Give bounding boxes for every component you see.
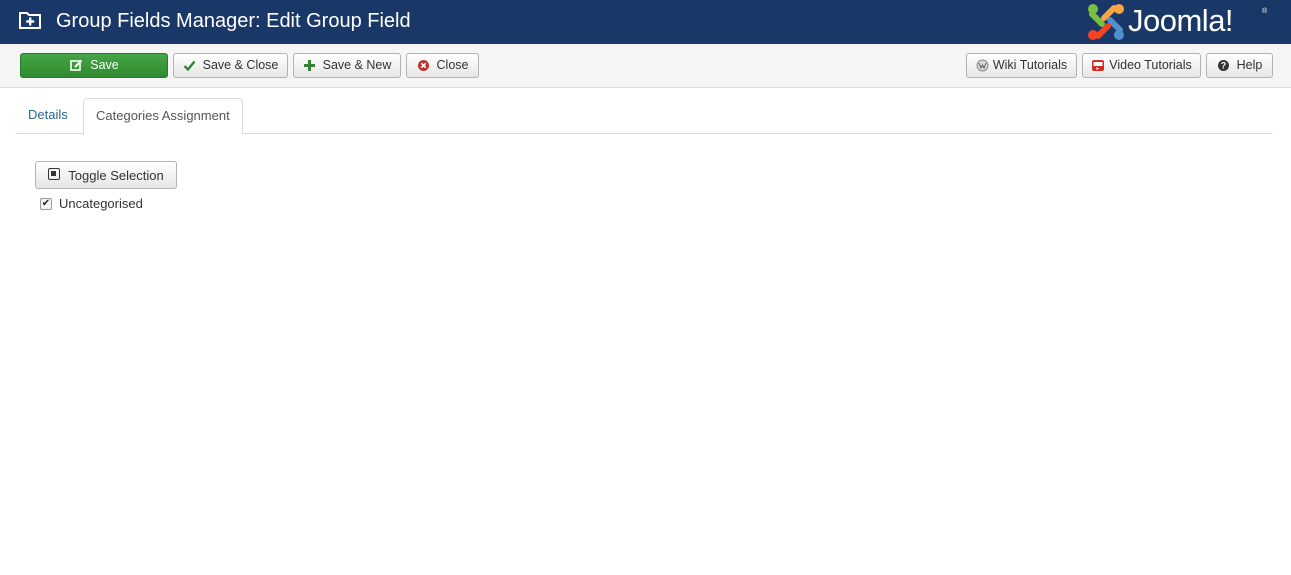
wikipedia-icon <box>976 59 989 73</box>
save-button-label: Save <box>90 58 119 72</box>
save-and-new-label: Save & New <box>322 58 392 72</box>
page-header: Group Fields Manager: Edit Group Field J… <box>0 0 1291 44</box>
page-title: Group Fields Manager: Edit Group Field <box>56 10 411 32</box>
save-button[interactable]: Save <box>20 53 168 78</box>
svg-text:?: ? <box>1220 61 1226 71</box>
joomla-logo-icon <box>1088 4 1124 40</box>
edit-icon <box>69 59 83 73</box>
close-button-label: Close <box>436 58 469 72</box>
category-checkbox[interactable]: ✔ <box>40 198 52 210</box>
wiki-tutorials-label: Wiki Tutorials <box>992 58 1068 72</box>
question-circle-icon: ? <box>1217 59 1230 73</box>
video-tutorials-button[interactable]: Video Tutorials <box>1082 53 1201 78</box>
folder-plus-icon <box>19 12 41 29</box>
joomla-wordmark: Joomla! <box>1128 3 1234 38</box>
category-label: Uncategorised <box>59 195 143 211</box>
wiki-tutorials-button[interactable]: Wiki Tutorials <box>966 53 1077 78</box>
toolbar: Save Save & Close Save & New Close Wiki … <box>0 44 1291 88</box>
registered-mark: ® <box>1262 8 1268 15</box>
checkmark-icon <box>183 59 196 73</box>
help-button[interactable]: ? Help <box>1206 53 1273 78</box>
help-button-label: Help <box>1236 58 1263 72</box>
video-tutorials-label: Video Tutorials <box>1109 58 1192 72</box>
save-and-close-label: Save & Close <box>202 58 279 72</box>
cancel-circle-icon <box>417 59 430 73</box>
tab-details[interactable]: Details <box>16 98 80 134</box>
toggle-selection-label: Toggle Selection <box>68 167 164 183</box>
toggle-selection-button[interactable]: Toggle Selection <box>35 161 177 189</box>
save-and-close-button[interactable]: Save & Close <box>173 53 288 78</box>
youtube-icon <box>1091 59 1105 73</box>
tab-bar: Details Categories Assignment <box>15 98 1273 135</box>
close-button[interactable]: Close <box>406 53 479 78</box>
save-and-new-button[interactable]: Save & New <box>293 53 401 78</box>
category-item: ✔ Uncategorised <box>40 195 143 211</box>
tab-categories-assignment[interactable]: Categories Assignment <box>83 98 243 135</box>
joomla-brand: Joomla! ® <box>1086 2 1276 42</box>
checkbox-partial-icon <box>48 168 61 180</box>
plus-icon <box>303 59 316 73</box>
